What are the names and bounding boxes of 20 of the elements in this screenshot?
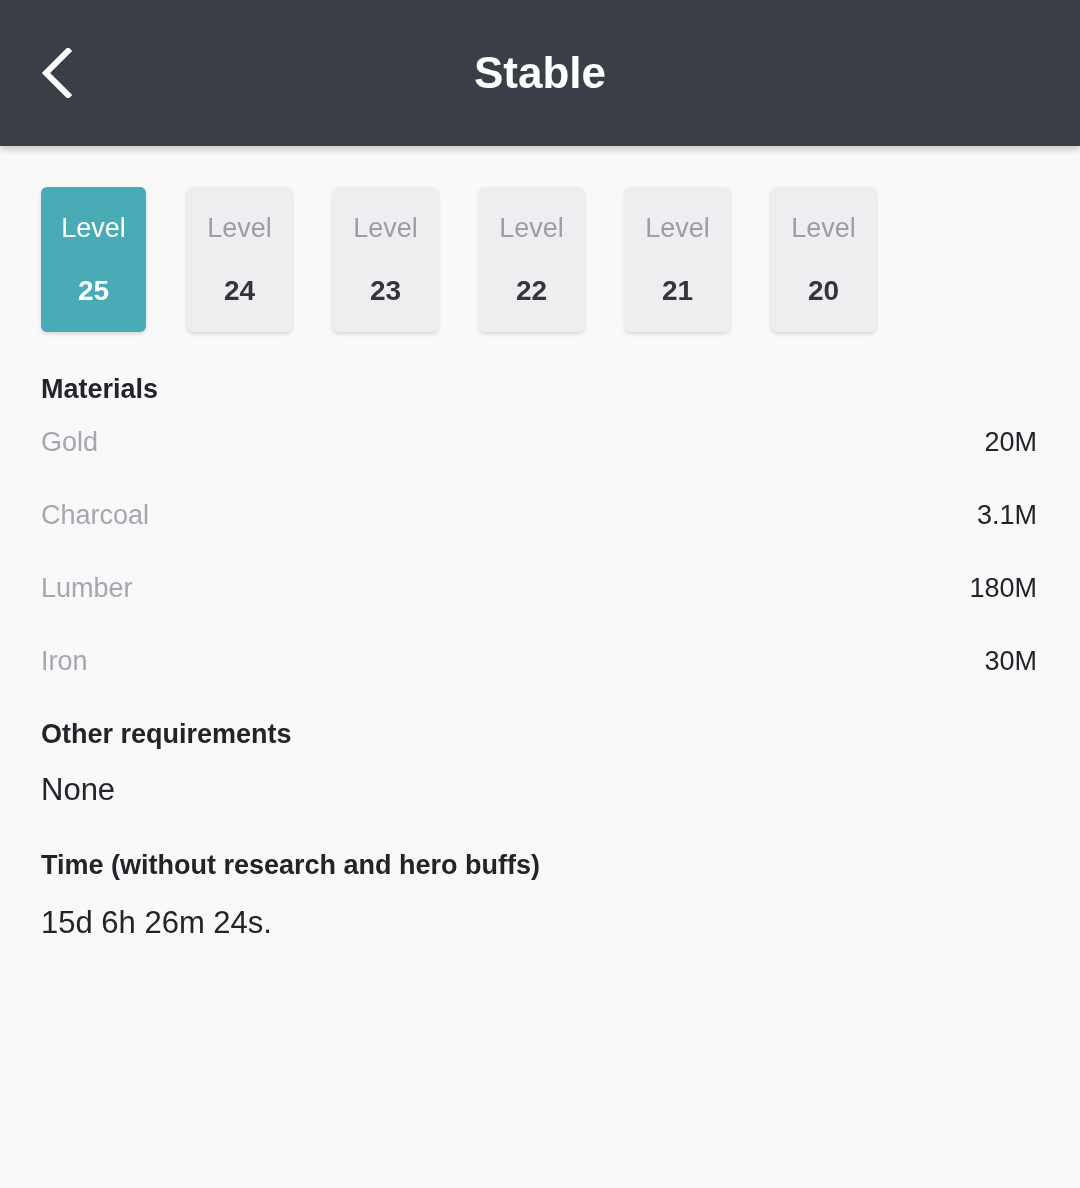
level-tab[interactable]: Level 21 — [625, 187, 730, 332]
time-value: 15d 6h 26m 24s. — [41, 905, 273, 941]
section-heading: Materials — [41, 373, 160, 405]
back-icon[interactable] — [40, 48, 72, 98]
material-amount: 180M — [969, 571, 1037, 604]
material-name: Lumber — [41, 571, 133, 604]
section-heading: Time (without research and hero buffs) — [41, 849, 542, 881]
level-tab[interactable]: Level 23 — [333, 187, 438, 332]
material-name: Iron — [41, 644, 88, 677]
material-name: Gold — [41, 425, 99, 458]
section-heading: Other requirements — [41, 718, 293, 750]
material-amount: 20M — [984, 425, 1037, 458]
level-tab[interactable]: Level 24 — [187, 187, 292, 332]
material-amount: 30M — [984, 644, 1037, 677]
level-tab[interactable]: Level 22 — [479, 187, 584, 332]
requirements-value: None — [41, 772, 117, 808]
page-title: Stable — [473, 47, 606, 99]
material-amount: 3.1M — [976, 498, 1037, 531]
level-tab[interactable]: Level 20 — [771, 187, 876, 332]
material-name: Charcoal — [41, 498, 150, 531]
